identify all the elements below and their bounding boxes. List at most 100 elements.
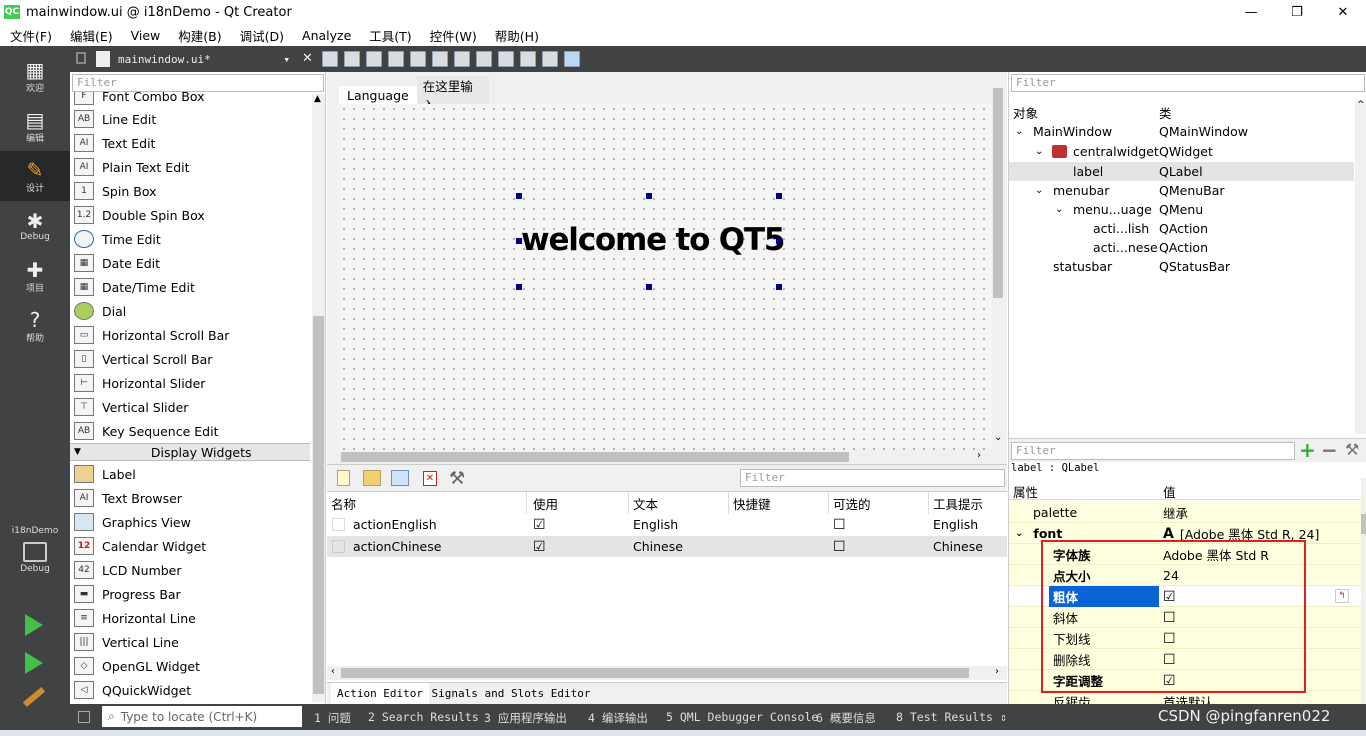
widget-item[interactable]: ≡ Horizontal Line xyxy=(74,606,196,630)
col-header-name[interactable]: 名称 xyxy=(327,492,527,514)
tree-row[interactable]: acti...lish QAction xyxy=(1009,219,1354,238)
widget-item[interactable]: ▦ Date Edit xyxy=(74,251,160,275)
reset-property-icon[interactable]: ↰ xyxy=(1335,589,1349,603)
widget-item[interactable]: 1.2 Double Spin Box xyxy=(74,203,205,227)
resize-handle[interactable] xyxy=(516,238,522,244)
widget-item[interactable]: ||| Vertical Line xyxy=(74,630,179,654)
col-header-checkable[interactable]: 可选的 xyxy=(829,492,929,514)
col-header-property[interactable]: 属性 xyxy=(1013,482,1038,501)
canvas-vertical-scrollbar[interactable]: ⌄ xyxy=(991,74,1005,450)
scroll-left-icon[interactable]: ‹ xyxy=(331,666,335,677)
main-window-form[interactable]: welcome to QT5 xyxy=(339,104,992,450)
widget-item[interactable]: ◁ QQuickWidget xyxy=(74,678,191,702)
property-filter-input[interactable]: Filter xyxy=(1011,442,1295,460)
edit-tab-order-icon[interactable] xyxy=(388,51,404,67)
widget-item[interactable]: 1 Spin Box xyxy=(74,179,156,203)
widget-item[interactable]: Time Edit xyxy=(74,227,161,251)
cell-checkable-checkbox[interactable]: ☐ xyxy=(833,536,846,557)
maximize-button[interactable]: ❐ xyxy=(1274,0,1320,24)
tab-signals-slots[interactable]: Signals and Slots Editor xyxy=(431,683,591,704)
tree-row-selected[interactable]: label QLabel xyxy=(1009,162,1354,181)
scroll-thumb[interactable] xyxy=(313,316,324,694)
scroll-down-icon[interactable]: ⌄ xyxy=(994,432,1002,443)
resize-handle[interactable] xyxy=(776,193,782,199)
mode-help[interactable]: ? 帮助 xyxy=(0,301,70,351)
widget-category-display[interactable]: ▼ Display Widgets xyxy=(70,443,310,461)
layout-grid-icon[interactable] xyxy=(498,51,514,67)
menu-build[interactable]: 构建(B) xyxy=(168,26,229,45)
action-horizontal-scrollbar[interactable]: ‹ › xyxy=(327,666,1007,680)
pane-application-output[interactable]: 3 应用程序输出 xyxy=(484,710,567,726)
menu-debug[interactable]: 调试(D) xyxy=(230,26,292,45)
widget-item[interactable]: ▦ Date/Time Edit xyxy=(74,275,195,299)
widget-item[interactable]: ▯ Vertical Scroll Bar xyxy=(74,347,212,371)
col-header-text[interactable]: 文本 xyxy=(629,492,729,514)
widget-item[interactable]: ⊤ Vertical Slider xyxy=(74,395,188,419)
menu-widgets[interactable]: 控件(W) xyxy=(420,26,485,45)
widget-item[interactable]: ▬ Progress Bar xyxy=(74,582,181,606)
widget-item[interactable]: ⊢ Horizontal Slider xyxy=(74,371,205,395)
chevron-updown-icon[interactable]: ⇕ xyxy=(1000,710,1007,724)
scroll-thumb[interactable] xyxy=(993,88,1003,298)
scroll-thumb[interactable] xyxy=(1361,514,1366,534)
editor-tab[interactable]: mainwindow.ui* ▾ xyxy=(96,49,296,69)
scroll-right-icon[interactable]: › xyxy=(995,666,999,677)
property-value[interactable]: 继承 xyxy=(1159,502,1359,523)
object-filter-input[interactable]: Filter xyxy=(1011,74,1365,92)
widget-list-scrollbar[interactable]: ▲ xyxy=(312,94,325,702)
minimize-button[interactable]: — xyxy=(1228,0,1274,24)
pane-qml-debugger[interactable]: 5 QML Debugger Console xyxy=(666,710,818,724)
pane-test-results[interactable]: 8 Test Results xyxy=(896,710,993,724)
pane-issues[interactable]: 1 问题 xyxy=(314,710,351,726)
table-row[interactable]: actionChinese ☑ Chinese ☐ Chinese xyxy=(327,536,1007,557)
scroll-up-icon[interactable]: ▲ xyxy=(314,94,321,104)
edit-signals-icon[interactable] xyxy=(344,51,360,67)
widget-item[interactable]: AB Key Sequence Edit xyxy=(74,419,218,443)
widget-item[interactable]: ▭ Horizontal Scroll Bar xyxy=(74,323,229,347)
splitter-vertical-icon[interactable] xyxy=(476,51,492,67)
resize-handle[interactable] xyxy=(646,284,652,290)
pane-search-results[interactable]: 2 Search Results xyxy=(368,710,479,724)
tree-row[interactable]: ⌄ MainWindow QMainWindow xyxy=(1009,122,1354,141)
debug-run-icon[interactable] xyxy=(25,652,43,674)
menu-edit[interactable]: 编辑(E) xyxy=(60,26,121,45)
col-header-class[interactable]: 类 xyxy=(1159,103,1172,122)
layout-vertical-icon[interactable] xyxy=(432,51,448,67)
scroll-up-icon[interactable]: ^ xyxy=(1357,100,1365,110)
col-header-value[interactable]: 值 xyxy=(1163,482,1176,501)
resize-handle[interactable] xyxy=(516,284,522,290)
action-filter-input[interactable]: Filter xyxy=(740,469,1005,487)
add-property-icon[interactable]: + xyxy=(1299,438,1316,462)
adjust-size-icon[interactable] xyxy=(564,51,580,67)
col-header-used[interactable]: 使用 xyxy=(529,492,629,514)
scroll-thumb[interactable] xyxy=(341,668,969,678)
resize-handle[interactable] xyxy=(516,193,522,199)
col-header-tooltip[interactable]: 工具提示 xyxy=(929,492,1007,514)
run-icon[interactable] xyxy=(25,614,43,636)
widget-item[interactable]: AI Plain Text Edit xyxy=(74,155,190,179)
widget-item[interactable]: AB Line Edit xyxy=(74,107,156,131)
table-row[interactable]: actionEnglish ☑ English ☐ English xyxy=(327,514,1007,535)
mode-edit[interactable]: ▤ 编辑 xyxy=(0,101,70,151)
widget-item[interactable]: F Font Combo Box xyxy=(74,92,205,108)
form-menu-language[interactable]: Language xyxy=(339,88,417,103)
widget-item[interactable]: Dial xyxy=(74,299,126,323)
widget-item[interactable]: AI Text Browser xyxy=(74,486,182,510)
close-button[interactable]: ✕ xyxy=(1320,0,1366,24)
canvas-horizontal-scrollbar[interactable]: › xyxy=(327,450,991,464)
welcome-label[interactable]: welcome to QT5 xyxy=(521,220,785,260)
new-action-icon[interactable] xyxy=(337,470,350,486)
splitter-horizontal-icon[interactable] xyxy=(454,51,470,67)
property-row[interactable]: palette 继承 xyxy=(1009,502,1361,523)
resize-handle[interactable] xyxy=(776,238,782,244)
tree-row[interactable]: acti...nese QAction xyxy=(1009,238,1354,257)
widget-item[interactable]: 42 LCD Number xyxy=(74,558,182,582)
tab-action-editor[interactable]: Action Editor xyxy=(331,683,429,704)
delete-action-icon[interactable]: ✕ xyxy=(423,471,437,486)
tree-row[interactable]: ⌄ menu...uage QMenu xyxy=(1009,200,1354,219)
chevron-down-icon[interactable]: ▾ xyxy=(283,53,290,66)
tree-row[interactable]: ⌄ menubar QMenuBar xyxy=(1009,181,1354,200)
mode-projects[interactable]: ✚ 项目 xyxy=(0,251,70,301)
edit-buddies-icon[interactable] xyxy=(366,51,382,67)
build-hammer-icon[interactable] xyxy=(22,686,46,708)
